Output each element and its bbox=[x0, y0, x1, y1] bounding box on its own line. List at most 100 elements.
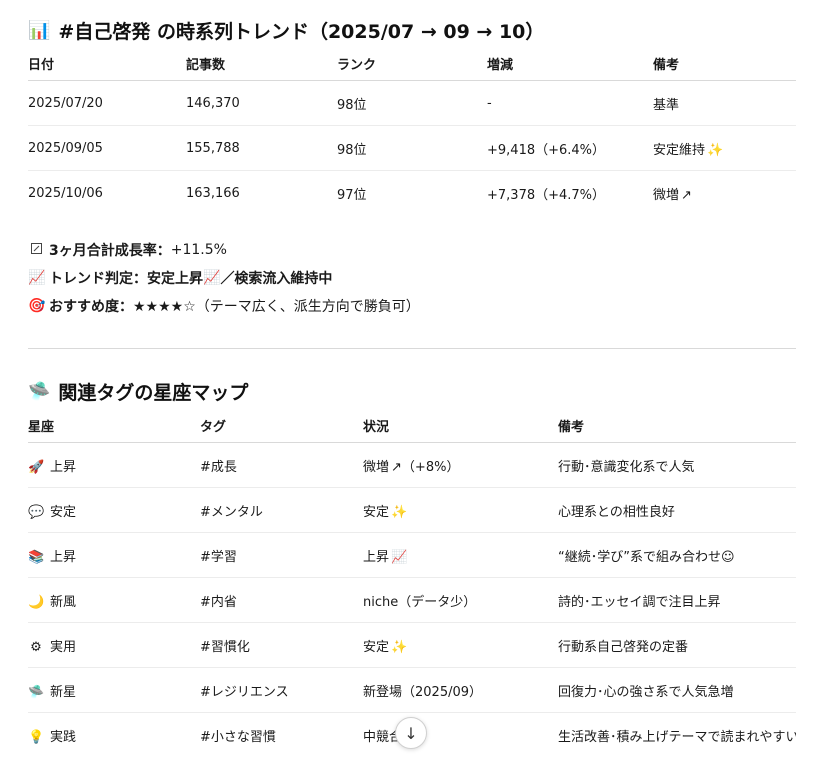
row-tag: #習慣化 bbox=[200, 639, 250, 655]
trend-judgement-label: トレンド判定：安定上昇 bbox=[49, 271, 203, 287]
row-note-text: 微増 bbox=[653, 187, 680, 203]
trend-judgement-line: 📈 トレンド判定：安定上昇 📈 ／検索流入維持中 bbox=[28, 264, 420, 292]
row-note: 回復力･心の強さ系で人気急増 bbox=[558, 684, 734, 700]
constellation-section-title: 🛸 関連タグの星座マップ bbox=[28, 377, 248, 405]
row-count: 155,788 bbox=[186, 140, 240, 156]
table-row: 🛸 新星 #レジリエンス 新登場（2025/09） 回復力･心の強さ系で人気急増 bbox=[28, 668, 796, 713]
table-row: 🌙 新風 #内省 niche（データ少） 詩的･エッセイ調で注目上昇 bbox=[28, 578, 796, 623]
sparkles-icon: ✨ bbox=[707, 142, 724, 158]
speech-bubble-icon: 💬 bbox=[28, 504, 45, 520]
row-tag: #成長 bbox=[200, 459, 237, 475]
trend-judgement-value: ／検索流入維持中 bbox=[220, 271, 333, 287]
growth-rate-value: +11.5% bbox=[170, 242, 227, 258]
row-tag: #小さな習慣 bbox=[200, 729, 276, 745]
row-date: 2025/09/05 bbox=[28, 140, 103, 156]
header-rank: ランク bbox=[337, 57, 377, 73]
row-star: 新風 bbox=[50, 594, 77, 610]
row-status: 安定 ✨ bbox=[363, 636, 558, 655]
scroll-down-button[interactable]: ↓ bbox=[395, 717, 427, 749]
gear-icon: ⚙ bbox=[30, 639, 42, 655]
row-star: 新星 bbox=[50, 684, 77, 700]
table-row: 🚀 上昇 #成長 微増 ↗（+8%） 行動･意識変化系で人気 bbox=[28, 443, 796, 488]
constellation-title-text: 関連タグの星座マップ bbox=[58, 381, 249, 404]
header-constellation: 星座 bbox=[28, 419, 55, 435]
recommendation-value: ★★★★☆（テーマ広く、派生方向で勝負可） bbox=[133, 299, 420, 315]
header-status: 状況 bbox=[363, 419, 390, 435]
up-right-arrow-icon: ↗ bbox=[391, 459, 402, 475]
up-right-arrow-icon: ↗ bbox=[681, 187, 692, 203]
books-icon: 📚 bbox=[28, 549, 45, 565]
table-row: 2025/10/06 163,166 97位 +7,378（+4.7%） 微増 ↗ bbox=[28, 171, 796, 215]
row-status: niche（データ少） bbox=[363, 594, 477, 610]
row-status: 安定 ✨ bbox=[363, 501, 558, 520]
recommendation-line: 🎯 おすすめ度： ★★★★☆（テーマ広く、派生方向で勝負可） bbox=[28, 292, 420, 320]
table-row: 2025/09/05 155,788 98位 +9,418（+6.4%） 安定維… bbox=[28, 126, 796, 171]
chart-up-icon: 📈 bbox=[203, 270, 221, 286]
row-date: 2025/10/06 bbox=[28, 185, 103, 201]
row-constellation: 📚 上昇 bbox=[28, 546, 200, 565]
table-row: 2025/07/20 146,370 98位 - 基準 bbox=[28, 81, 796, 126]
row-rank: 98位 bbox=[337, 97, 367, 113]
row-status-extra: （+8%） bbox=[401, 459, 460, 475]
row-status-text: 微増 bbox=[363, 459, 390, 475]
row-status: 上昇 📈 bbox=[363, 546, 558, 565]
chart-up-icon: 📈 bbox=[28, 270, 46, 286]
row-constellation: 💬 安定 bbox=[28, 501, 200, 520]
header-note: 備考 bbox=[653, 57, 680, 73]
arrow-down-icon: ↓ bbox=[404, 723, 418, 743]
table-row: 📚 上昇 #学習 上昇 📈 “継続･学び”系で組み合わせ☺ bbox=[28, 533, 796, 578]
row-star: 実践 bbox=[50, 729, 77, 745]
recommendation-label: おすすめ度： bbox=[49, 299, 133, 315]
row-note: 心理系との相性良好 bbox=[558, 504, 675, 520]
row-tag: #内省 bbox=[200, 594, 237, 610]
header-date: 日付 bbox=[28, 57, 55, 73]
row-count: 163,166 bbox=[186, 185, 240, 201]
row-rank: 97位 bbox=[337, 187, 367, 203]
constellation-table-header: 星座 タグ 状況 備考 bbox=[28, 408, 796, 443]
target-icon: 🎯 bbox=[28, 298, 46, 314]
rocket-icon: 🚀 bbox=[28, 459, 45, 475]
row-note: 詩的･エッセイ調で注目上昇 bbox=[558, 594, 721, 610]
light-bulb-icon: 💡 bbox=[28, 729, 45, 745]
header-tag: タグ bbox=[200, 419, 227, 435]
row-note: 基準 bbox=[653, 94, 796, 113]
row-constellation: 🛸 新星 bbox=[28, 681, 200, 700]
flying-saucer-icon: 🛸 bbox=[28, 380, 51, 402]
row-tag: #メンタル bbox=[200, 504, 263, 520]
row-constellation: 🌙 新風 bbox=[28, 591, 200, 610]
checkbox-icon bbox=[28, 242, 44, 258]
row-constellation: 💡 実践 bbox=[28, 726, 200, 745]
row-note: 行動系自己啓発の定番 bbox=[558, 639, 689, 655]
row-star: 安定 bbox=[50, 504, 77, 520]
chart-up-icon: 📈 bbox=[391, 549, 408, 565]
row-change: +7,378（+4.7%） bbox=[487, 187, 606, 203]
row-status-text: 安定 bbox=[363, 639, 390, 655]
row-change: - bbox=[487, 95, 492, 111]
row-note-text: 安定維持 bbox=[653, 142, 706, 158]
row-note-text: 基準 bbox=[653, 97, 680, 113]
bar-chart-icon: 📊 bbox=[28, 19, 51, 41]
row-star: 実用 bbox=[50, 639, 77, 655]
row-note: 生活改善･積み上げテーマで読まれやすい bbox=[558, 729, 796, 745]
row-rank: 98位 bbox=[337, 142, 367, 158]
growth-rate-label: 3ヶ月合計成長率： bbox=[49, 243, 171, 259]
row-constellation: 🚀 上昇 bbox=[28, 456, 200, 475]
header-change: 増減 bbox=[487, 57, 514, 73]
growth-rate-line: 3ヶ月合計成長率： +11.5% bbox=[28, 236, 420, 264]
row-status: 中競合 bbox=[363, 729, 403, 745]
row-tag: #レジリエンス bbox=[200, 684, 289, 700]
trend-section-title: 📊 #自己啓発 の時系列トレンド（2025/07 → 09 → 10） bbox=[28, 16, 544, 44]
row-note: “継続･学び”系で組み合わせ☺ bbox=[558, 549, 735, 565]
row-date: 2025/07/20 bbox=[28, 95, 103, 111]
row-tag: #学習 bbox=[200, 549, 237, 565]
trend-title-text: #自己啓発 の時系列トレンド（2025/07 → 09 → 10） bbox=[58, 20, 545, 43]
row-status: 新登場（2025/09） bbox=[363, 684, 483, 700]
table-row: ⚙ 実用 #習慣化 安定 ✨ 行動系自己啓発の定番 bbox=[28, 623, 796, 668]
row-change: +9,418（+6.4%） bbox=[487, 142, 606, 158]
trend-table: 日付 記事数 ランク 増減 備考 2025/07/20 146,370 98位 … bbox=[28, 46, 796, 215]
flying-saucer-icon: 🛸 bbox=[28, 684, 45, 700]
row-count: 146,370 bbox=[186, 95, 240, 111]
row-note: 行動･意識変化系で人気 bbox=[558, 459, 695, 475]
table-row: 💬 安定 #メンタル 安定 ✨ 心理系との相性良好 bbox=[28, 488, 796, 533]
header-count: 記事数 bbox=[186, 57, 226, 73]
